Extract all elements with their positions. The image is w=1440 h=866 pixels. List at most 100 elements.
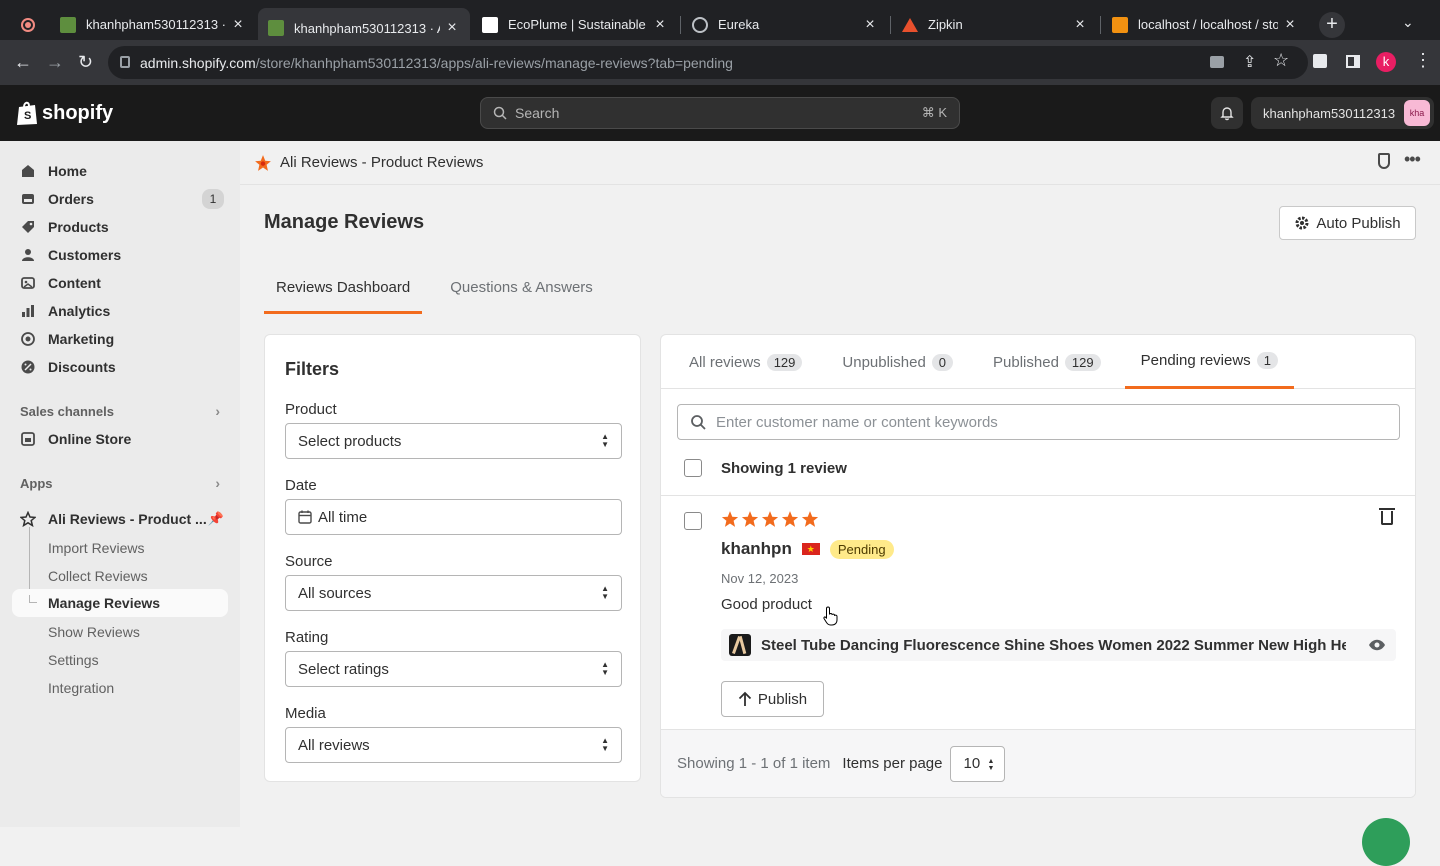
source-select[interactable]: All sources ▲ ▼: [285, 575, 622, 611]
more-actions-icon[interactable]: •••: [1404, 149, 1421, 170]
select-arrows-icon: ▲ ▼: [987, 757, 995, 772]
product-select[interactable]: Select products ▲ ▼: [285, 423, 622, 459]
close-icon[interactable]: ×: [652, 16, 668, 34]
sidebar-item-label: Customers: [48, 247, 122, 263]
sidebar-item-online-store[interactable]: Online Store: [12, 425, 228, 453]
tab-all-reviews[interactable]: All reviews 129: [673, 335, 818, 389]
url-field[interactable]: admin.shopify.com/store/khanhpham5301123…: [108, 46, 1308, 79]
review-author-row: khanhpn ★ Pending: [721, 539, 894, 559]
delete-review-icon[interactable]: [1379, 508, 1395, 525]
record-icon[interactable]: [21, 18, 35, 32]
forward-icon[interactable]: →: [46, 52, 64, 72]
tab-separator: [1100, 16, 1101, 34]
star-icon: [741, 511, 759, 527]
browser-menu-icon[interactable]: ⋮: [1414, 50, 1432, 71]
review-search-input[interactable]: Enter customer name or content keywords: [677, 404, 1400, 440]
tab-unpublished[interactable]: Unpublished 0: [826, 335, 969, 389]
storefront-icon: [21, 432, 35, 446]
sidebar-subitem-show-reviews[interactable]: Show Reviews: [48, 624, 228, 640]
sidebar-item-marketing[interactable]: Marketing: [12, 325, 228, 353]
tab-published[interactable]: Published 129: [977, 335, 1117, 389]
apps-header[interactable]: Apps ›: [20, 475, 220, 491]
chevron-down-icon[interactable]: ⌄: [1402, 14, 1414, 31]
browser-tab[interactable]: EcoPlume | Sustainable S ×: [472, 8, 678, 41]
chat-bubble-button[interactable]: [1362, 818, 1410, 866]
account-menu[interactable]: khanhpham530112313 kha: [1251, 97, 1434, 129]
share-icon[interactable]: ⇪: [1243, 52, 1256, 72]
reload-icon[interactable]: ↻: [78, 52, 93, 72]
sidebar-subitem-settings[interactable]: Settings: [48, 652, 228, 668]
pin-icon[interactable]: 📌: [208, 511, 224, 527]
product-name: Steel Tube Dancing Fluorescence Shine Sh…: [761, 636, 1346, 654]
items-per-page-label: Items per page: [842, 755, 943, 772]
ecoplume-icon: [482, 16, 498, 33]
browser-tab[interactable]: khanhpham530112313 · P ×: [50, 8, 256, 41]
notifications-button[interactable]: [1211, 97, 1243, 129]
sidebar-subitem-collect-reviews[interactable]: Collect Reviews: [48, 568, 228, 584]
tab-pending-reviews[interactable]: Pending reviews 1: [1124, 335, 1294, 389]
bookmark-star-icon[interactable]: ☆: [1273, 50, 1289, 71]
shopify-logo[interactable]: S shopify: [16, 100, 113, 126]
app-title: Ali Reviews - Product Reviews: [280, 154, 484, 171]
select-all-checkbox[interactable]: [684, 459, 702, 477]
section-label: Apps: [20, 475, 53, 491]
sidebar-item-discounts[interactable]: Discounts: [12, 353, 228, 381]
sidebar-subitem-manage-reviews[interactable]: Manage Reviews: [12, 589, 228, 617]
close-icon[interactable]: ×: [1072, 16, 1088, 34]
eye-icon[interactable]: [1368, 639, 1386, 651]
profile-avatar[interactable]: k: [1376, 52, 1396, 72]
side-panel-icon[interactable]: [1346, 55, 1360, 68]
content-icon: [21, 277, 35, 289]
publish-button[interactable]: Publish: [721, 681, 824, 717]
page-tabs: Reviews Dashboard Questions & Answers: [264, 268, 621, 314]
tab-separator: [680, 16, 681, 34]
source-select-value: All sources: [298, 584, 372, 602]
browser-tab[interactable]: Zipkin ×: [892, 8, 1098, 41]
tab-questions-answers[interactable]: Questions & Answers: [438, 268, 605, 314]
review-checkbox[interactable]: [684, 512, 702, 530]
sales-channels-header[interactable]: Sales channels ›: [20, 403, 220, 419]
auto-publish-button[interactable]: Auto Publish: [1279, 206, 1416, 240]
sidebar-item-products[interactable]: Products: [12, 213, 228, 241]
sidebar-subitem-integration[interactable]: Integration: [48, 680, 228, 696]
browser-tab[interactable]: localhost / localhost / sto ×: [1102, 8, 1308, 41]
sidebar-item-home[interactable]: Home: [12, 157, 228, 185]
select-arrows-icon: ▲ ▼: [601, 584, 609, 601]
date-picker[interactable]: All time: [285, 499, 622, 535]
admin-search-bar[interactable]: Search ⌘ K: [480, 97, 960, 129]
tab-reviews-dashboard[interactable]: Reviews Dashboard: [264, 268, 423, 314]
close-icon[interactable]: ×: [1282, 16, 1298, 34]
sidebar-item-content[interactable]: Content: [12, 269, 228, 297]
sidebar-item-label: Analytics: [48, 303, 111, 319]
media-select[interactable]: All reviews ▲ ▼: [285, 727, 622, 763]
page-title: Manage Reviews: [264, 211, 425, 233]
store-name: khanhpham530112313: [1263, 105, 1396, 121]
pin-icon[interactable]: [1378, 153, 1390, 169]
extensions-icon[interactable]: [1313, 54, 1327, 68]
svg-text:S: S: [24, 110, 31, 122]
sidebar-item-ali-reviews[interactable]: Ali Reviews - Product ... 📌: [12, 505, 228, 533]
browser-tab[interactable]: Eureka ×: [682, 8, 888, 41]
rating-select[interactable]: Select ratings ▲ ▼: [285, 651, 622, 687]
tab-count-badge: 1: [1256, 352, 1278, 369]
close-icon[interactable]: ×: [230, 16, 246, 34]
back-icon[interactable]: ←: [14, 52, 32, 72]
star-rating: [721, 510, 819, 528]
section-label: Sales channels: [20, 403, 114, 419]
review-product-row[interactable]: Steel Tube Dancing Fluorescence Shine Sh…: [721, 629, 1396, 661]
sidebar-item-customers[interactable]: Customers: [12, 241, 228, 269]
new-tab-button[interactable]: +: [1319, 12, 1345, 38]
discount-icon: [21, 360, 35, 374]
sidebar-item-orders[interactable]: Orders 1: [12, 185, 228, 213]
publish-label: Publish: [757, 690, 808, 708]
sidebar-subitem-import-reviews[interactable]: Import Reviews: [48, 540, 228, 556]
calendar-icon: [298, 510, 312, 524]
address-bar-row: ← → ↻ admin.shopify.com/store/khanhpham5…: [0, 40, 1440, 85]
blocked-popup-icon[interactable]: [1210, 56, 1224, 68]
close-icon[interactable]: ×: [444, 19, 460, 37]
items-per-page-select[interactable]: 10 ▲ ▼: [950, 745, 1006, 782]
sidebar-item-analytics[interactable]: Analytics: [12, 297, 228, 325]
select-arrows-icon: ▲ ▼: [601, 432, 609, 449]
close-icon[interactable]: ×: [862, 16, 878, 34]
zipkin-icon: [902, 17, 918, 32]
